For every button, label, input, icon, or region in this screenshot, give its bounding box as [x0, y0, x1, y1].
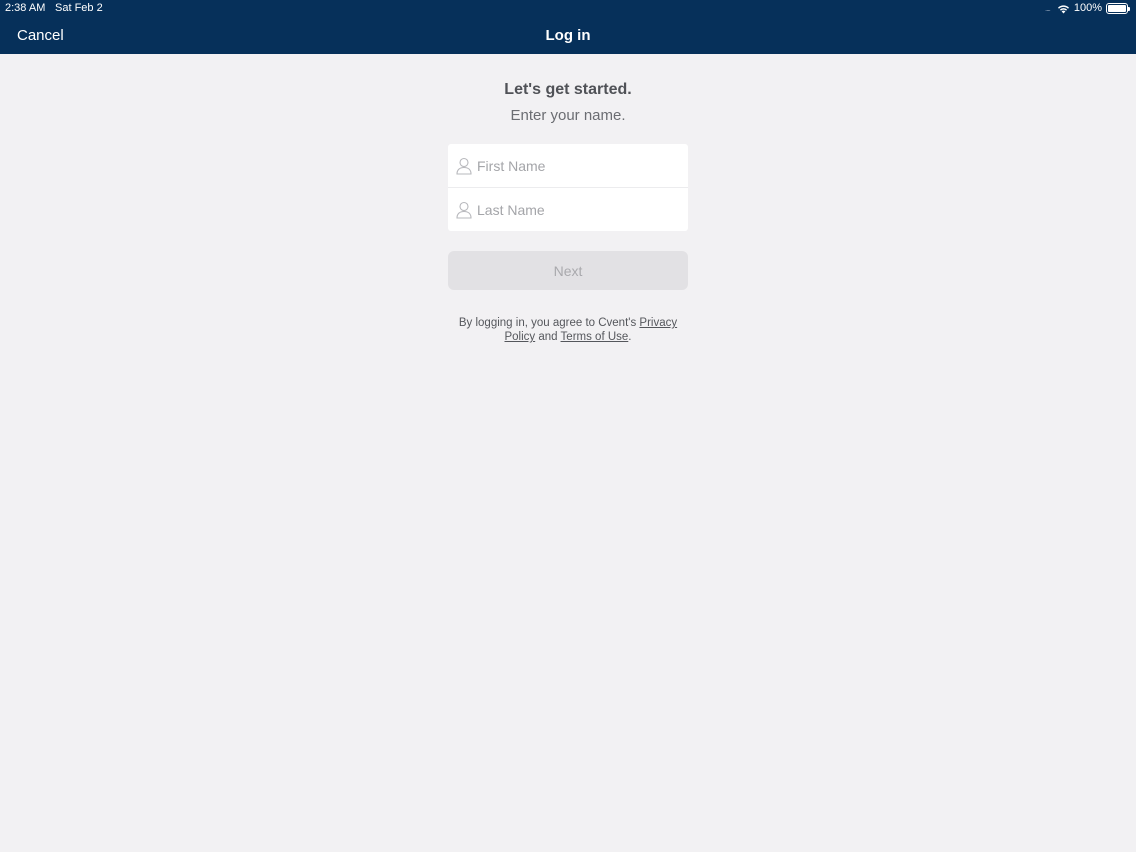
next-button[interactable]: Next — [448, 251, 688, 290]
last-name-input[interactable] — [477, 201, 677, 218]
page-title: Log in — [545, 27, 591, 44]
legal-notice: By logging in, you agree to Cvent's Priv… — [448, 316, 688, 344]
first-name-input[interactable] — [477, 157, 677, 174]
battery-icon — [1106, 3, 1130, 14]
subheadline: Enter your name. — [510, 107, 626, 124]
battery-percent: 100% — [1073, 2, 1102, 14]
legal-suffix: . — [628, 331, 632, 343]
wifi-icon — [1057, 4, 1070, 14]
status-time: 2:38 AM — [5, 2, 46, 14]
user-icon — [456, 157, 472, 175]
status-indicators: .... 100% — [1044, 2, 1130, 15]
headline: Let's get started. — [504, 81, 632, 98]
first-name-field-row[interactable] — [448, 144, 688, 187]
user-icon — [456, 201, 472, 219]
name-form — [448, 144, 688, 231]
terms-of-use-link[interactable]: Terms of Use — [561, 331, 629, 343]
last-name-field-row[interactable] — [448, 187, 688, 231]
legal-prefix: By logging in, you agree to Cvent's — [458, 317, 640, 329]
status-date: Sat Feb 2 — [55, 2, 103, 14]
cellular-signal-icon: .... — [1044, 4, 1051, 13]
legal-conjunction: and — [535, 331, 561, 343]
status-bar: 2:38 AM Sat Feb 2 .... 100% — [0, 0, 1136, 17]
nav-bar: 2:38 AM Sat Feb 2 .... 100% Cancel Log i… — [0, 0, 1136, 54]
